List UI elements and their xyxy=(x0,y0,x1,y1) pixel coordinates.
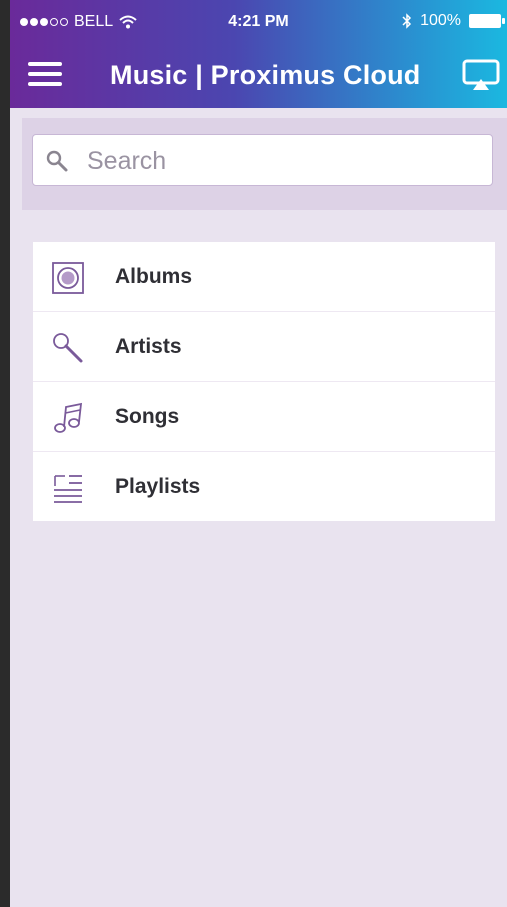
list-item-label: Songs xyxy=(115,405,180,428)
airplay-icon[interactable] xyxy=(461,58,501,92)
status-right: 100% xyxy=(402,12,505,30)
music-category-list: Albums Artists Songs Playlists xyxy=(33,242,495,521)
list-item-label: Playlists xyxy=(115,475,201,498)
list-item-label: Artists xyxy=(115,335,182,358)
search-input[interactable] xyxy=(85,144,469,178)
list-item-label: Albums xyxy=(115,265,193,288)
battery-percent: 100% xyxy=(420,12,461,29)
search-panel xyxy=(22,118,507,210)
search-icon xyxy=(46,150,68,172)
status-bar: BELL 4:21 PM 100% xyxy=(10,0,507,44)
list-item-albums[interactable]: Albums xyxy=(33,242,495,312)
list-item-playlists[interactable]: Playlists xyxy=(33,452,495,521)
music-note-icon xyxy=(54,402,83,433)
list-item-artists[interactable]: Artists xyxy=(33,312,495,382)
search-field[interactable] xyxy=(32,134,493,186)
bluetooth-icon xyxy=(402,13,412,29)
title-bar: Music | Proximus Cloud xyxy=(10,48,507,102)
app-screen: BELL 4:21 PM 100% Music | Proximus Cloud… xyxy=(10,0,507,907)
album-icon xyxy=(52,262,84,294)
list-item-songs[interactable]: Songs xyxy=(33,382,495,452)
microphone-icon xyxy=(53,333,83,363)
page-title: Music | Proximus Cloud xyxy=(110,60,421,90)
hamburger-menu-icon xyxy=(28,62,62,66)
app-header: BELL 4:21 PM 100% Music | Proximus Cloud xyxy=(10,0,507,108)
hamburger-menu-button[interactable] xyxy=(28,62,62,88)
battery-icon xyxy=(469,14,505,28)
playlist-icon xyxy=(54,475,82,503)
